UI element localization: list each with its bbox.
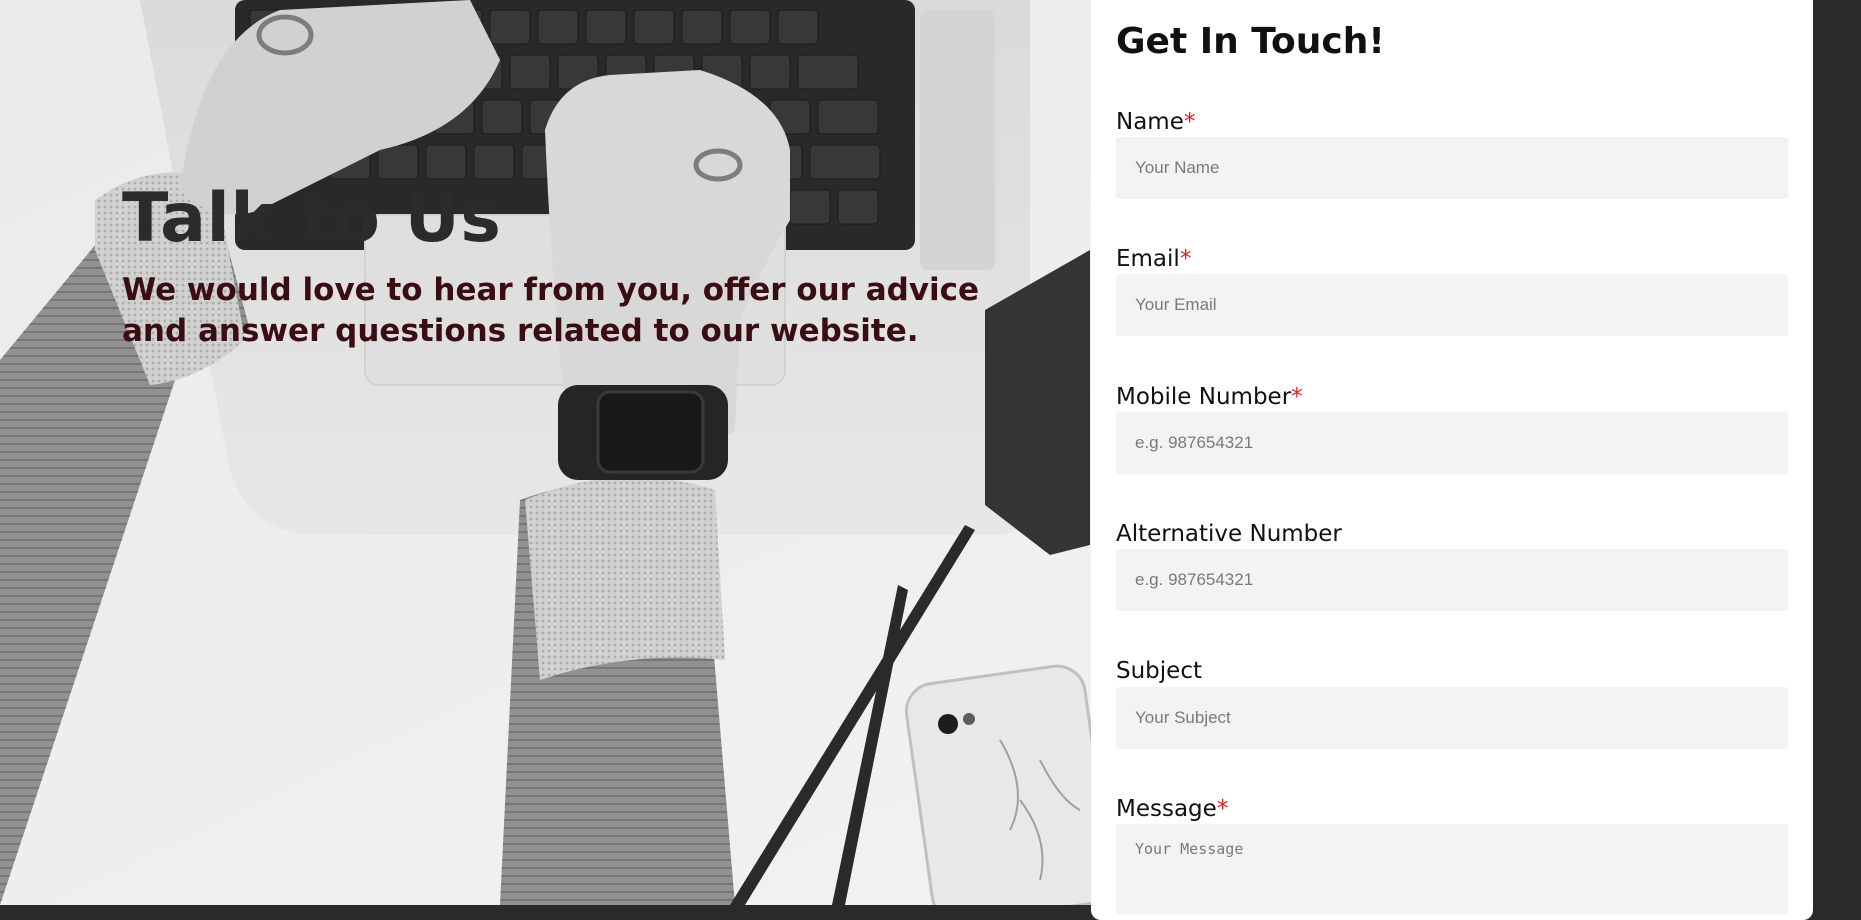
alternative-number-label: Alternative Number — [1116, 523, 1342, 546]
required-marker: * — [1216, 796, 1229, 822]
mobile-number-label-text: Mobile Number — [1116, 384, 1292, 410]
alternative-number-label-text: Alternative Number — [1116, 521, 1342, 547]
required-marker: * — [1291, 384, 1303, 410]
subject-label: Subject — [1116, 660, 1202, 683]
hero-subtitle: We would love to hear from you, offer ou… — [122, 272, 980, 349]
mobile-number-label: Mobile Number* — [1116, 386, 1303, 409]
form-title: Get In Touch! — [1116, 21, 1385, 62]
name-label: Name* — [1116, 111, 1195, 134]
message-label-text: Message — [1116, 796, 1217, 822]
required-marker: * — [1179, 246, 1192, 272]
subject-label-text: Subject — [1116, 658, 1202, 684]
email-label: Email* — [1116, 248, 1191, 271]
message-textarea[interactable] — [1116, 824, 1788, 914]
name-input[interactable] — [1116, 137, 1788, 199]
email-label-text: Email — [1116, 246, 1180, 272]
required-marker: * — [1183, 109, 1196, 135]
mobile-number-input[interactable] — [1116, 412, 1788, 474]
name-label-text: Name — [1116, 109, 1184, 135]
hero-title: Talk to Us — [122, 179, 502, 258]
message-label: Message* — [1116, 798, 1228, 821]
contact-form-card: Get In Touch! Name* Email* Mobile Number… — [1091, 0, 1813, 920]
alternative-number-input[interactable] — [1116, 549, 1788, 611]
email-input[interactable] — [1116, 274, 1788, 336]
subject-input[interactable] — [1116, 687, 1788, 749]
